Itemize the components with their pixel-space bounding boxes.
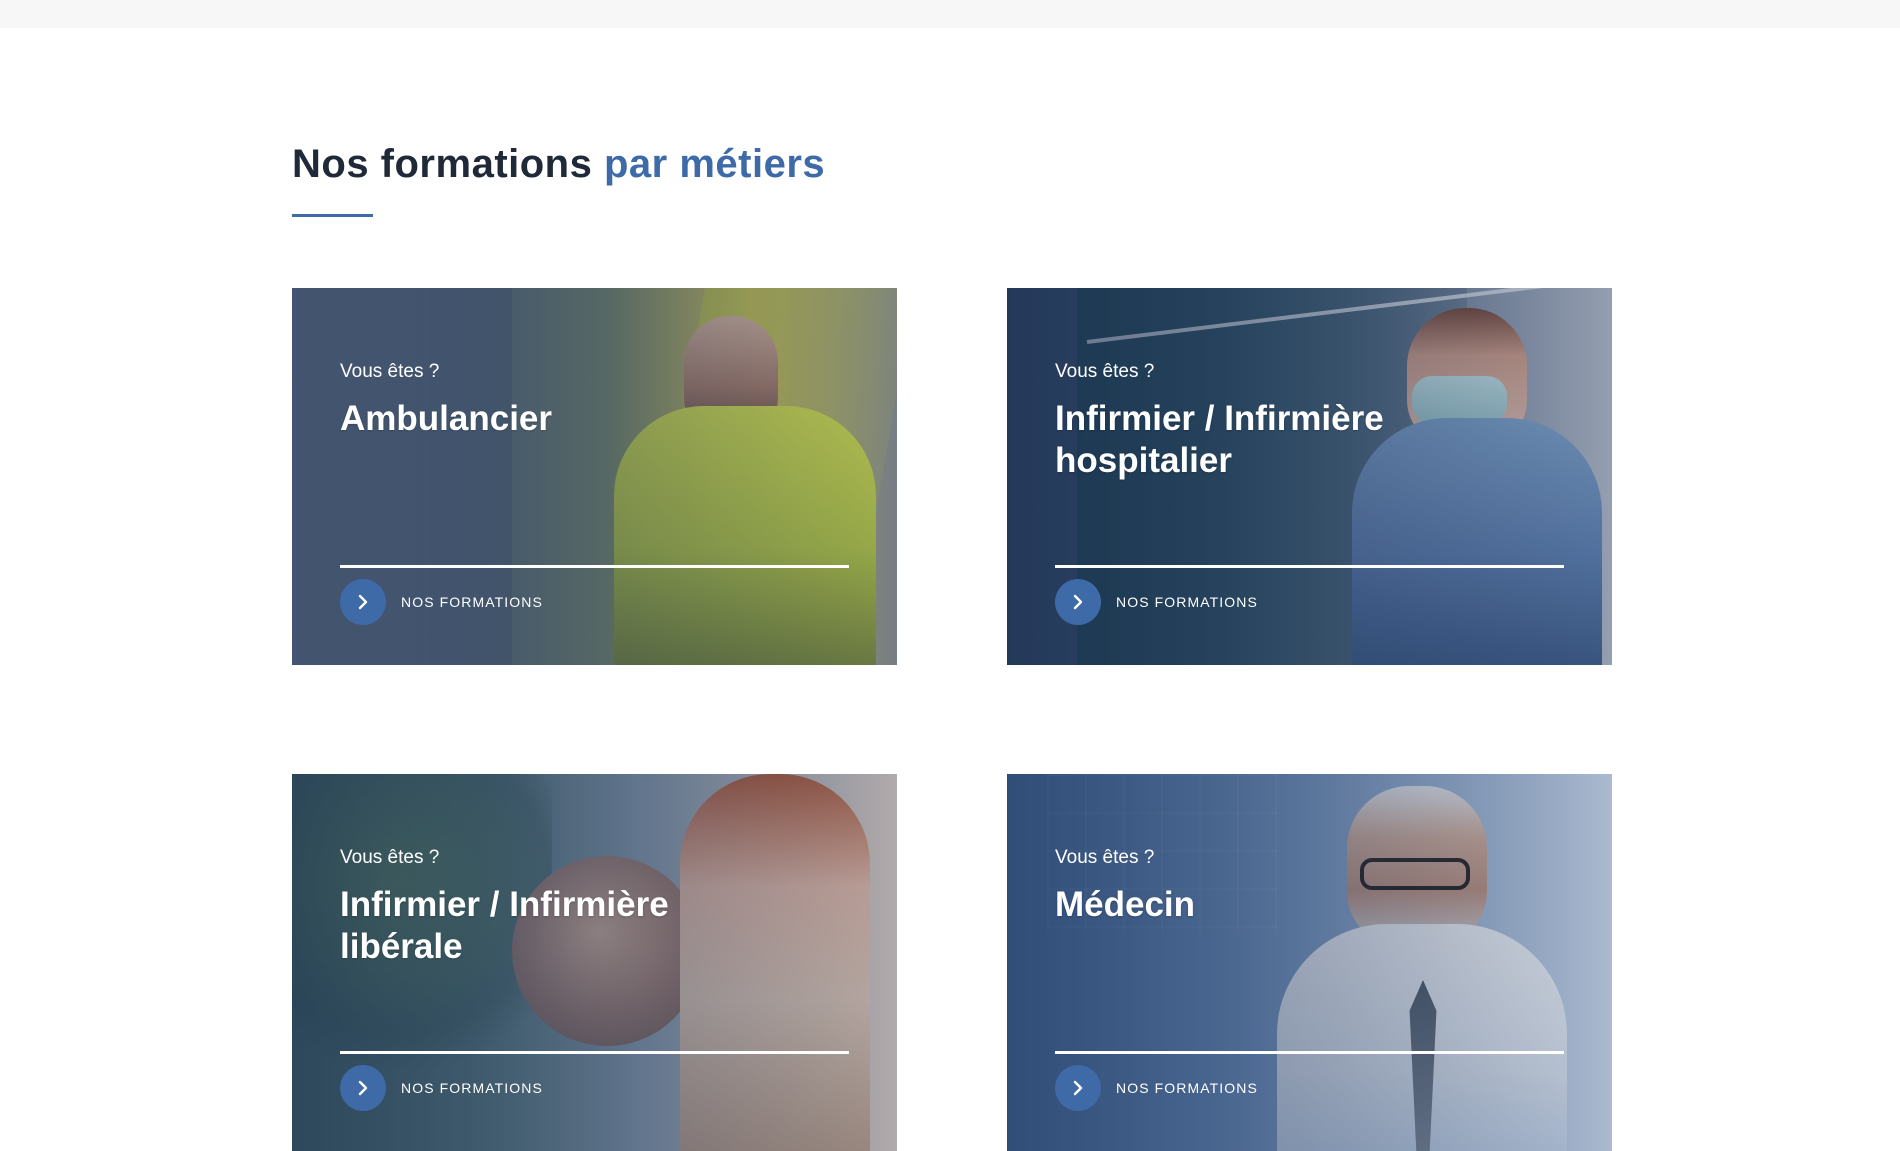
card-ambulancier[interactable]: Vous êtes ? Ambulancier NOS FORMATIONS bbox=[292, 288, 897, 665]
section-title-main: Nos formations bbox=[292, 142, 593, 186]
card-rule-infirmier-hospitalier bbox=[1055, 565, 1564, 568]
card-cta-infirmier-liberale[interactable]: NOS FORMATIONS bbox=[340, 1065, 543, 1111]
card-cta-label-infirmier-liberale[interactable]: NOS FORMATIONS bbox=[401, 1080, 543, 1096]
chevron-right-icon[interactable] bbox=[340, 1065, 386, 1111]
section-title: Nos formations par métiers bbox=[292, 142, 825, 187]
card-cta-label-medecin[interactable]: NOS FORMATIONS bbox=[1116, 1080, 1258, 1096]
card-rule-medecin bbox=[1055, 1051, 1564, 1054]
card-title-infirmier-hospitalier: Infirmier / Infirmière hospitalier bbox=[1055, 399, 1384, 480]
card-rule-infirmier-liberale bbox=[340, 1051, 849, 1054]
card-eyebrow-infirmier-liberale: Vous êtes ? bbox=[340, 847, 440, 868]
chevron-right-icon[interactable] bbox=[1055, 579, 1101, 625]
card-title-medecin: Médecin bbox=[1055, 885, 1196, 924]
chevron-right-icon[interactable] bbox=[1055, 1065, 1101, 1111]
card-cta-medecin[interactable]: NOS FORMATIONS bbox=[1055, 1065, 1258, 1111]
card-cta-label-ambulancier[interactable]: NOS FORMATIONS bbox=[401, 594, 543, 610]
chevron-right-icon[interactable] bbox=[340, 579, 386, 625]
card-title-ambulancier: Ambulancier bbox=[340, 399, 552, 438]
card-title-infirmier-liberale: Infirmier / Infirmière libérale bbox=[340, 885, 669, 966]
card-eyebrow-infirmier-hospitalier: Vous êtes ? bbox=[1055, 361, 1155, 382]
card-eyebrow-medecin: Vous êtes ? bbox=[1055, 847, 1155, 868]
card-infirmier-liberale[interactable]: Vous êtes ? Infirmier / Infirmière libér… bbox=[292, 774, 897, 1151]
section-title-accent: par métiers bbox=[603, 142, 826, 186]
card-cta-infirmier-hospitalier[interactable]: NOS FORMATIONS bbox=[1055, 579, 1258, 625]
card-cta-label-infirmier-hospitalier[interactable]: NOS FORMATIONS bbox=[1116, 594, 1258, 610]
card-medecin[interactable]: Vous êtes ? Médecin NOS FORMATIONS bbox=[1007, 774, 1612, 1151]
title-underline bbox=[292, 214, 373, 217]
card-rule-ambulancier bbox=[340, 565, 849, 568]
card-infirmier-hospitalier[interactable]: Vous êtes ? Infirmier / Infirmière hospi… bbox=[1007, 288, 1612, 665]
card-eyebrow-ambulancier: Vous êtes ? bbox=[340, 361, 440, 382]
card-cta-ambulancier[interactable]: NOS FORMATIONS bbox=[340, 579, 543, 625]
top-strip bbox=[0, 0, 1900, 28]
